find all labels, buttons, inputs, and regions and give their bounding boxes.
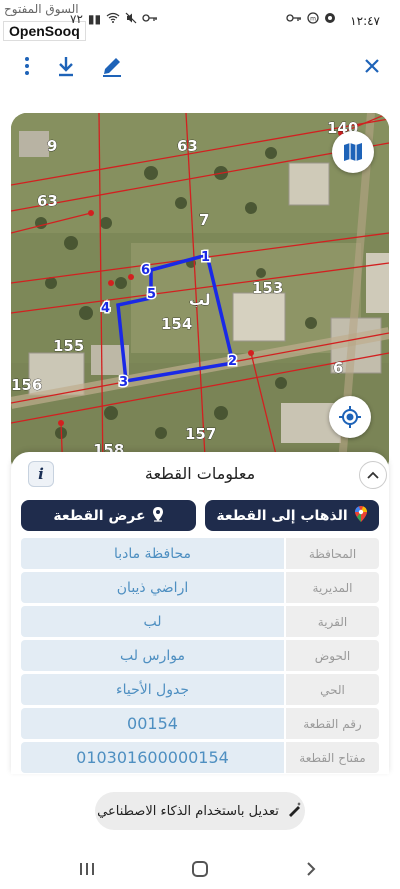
directorate-value: اراضي ذيبان — [21, 572, 284, 603]
alarm-icon — [324, 12, 336, 27]
selected-parcel-number: 154 — [161, 315, 192, 333]
parcel-details-table: محافظة مادبا المحافظة اراضي ذيبان المدير… — [21, 538, 379, 776]
vertex-label: 3 — [119, 375, 128, 390]
village-label: القرية — [286, 606, 379, 637]
parcel-number-label: 157 — [185, 425, 216, 443]
parcel-key-label: مفتاح القطعة — [286, 742, 379, 773]
directorate-label: المديرية — [286, 572, 379, 603]
more-vertical-icon[interactable] — [13, 52, 41, 80]
back-chevron-icon[interactable] — [296, 854, 326, 884]
mute-icon — [125, 12, 137, 27]
go-to-parcel-button[interactable]: الذهاب إلى القطعة — [205, 500, 379, 531]
recents-icon[interactable] — [72, 854, 102, 884]
parcel-number-label: 9 — [47, 137, 57, 155]
battery-level: ٧٢ — [70, 12, 83, 26]
parcel-number-label: 6 — [333, 359, 343, 377]
parcel-number-label: 155 — [53, 337, 84, 355]
view-parcel-button[interactable]: عرض القطعة — [21, 500, 196, 531]
google-maps-icon — [354, 505, 368, 527]
table-row: محافظة مادبا المحافظة — [21, 538, 379, 569]
parcel-number-label: 63 — [37, 192, 58, 210]
parcel-number-label: 156 — [11, 376, 42, 394]
vertex-label: 2 — [228, 354, 237, 369]
table-row: موارس لب الحوض — [21, 640, 379, 671]
system-nav-bar — [0, 848, 400, 889]
basin-value: موارس لب — [21, 640, 284, 671]
close-icon[interactable] — [358, 52, 386, 80]
neighborhood-label: الحي — [286, 674, 379, 705]
parcel-info-sheet: i معلومات القطعة عرض القطعة الذهاب إلى ا… — [11, 452, 389, 774]
my-location-icon[interactable] — [329, 396, 371, 438]
vertex-label: 4 — [101, 301, 110, 316]
watermark-text: السوق المفتوح — [4, 2, 79, 16]
map-layers-icon[interactable] — [332, 131, 374, 173]
app-notification-icon: m — [307, 12, 319, 27]
location-pin-icon — [152, 506, 164, 526]
table-row: 00154 رقم القطعة — [21, 708, 379, 739]
go-to-parcel-label: الذهاب إلى القطعة — [216, 507, 348, 524]
clock: ١٢:٤٧ — [350, 14, 380, 28]
key-icon — [286, 12, 302, 27]
parcel-number-label: 153 — [252, 279, 283, 297]
edit-pen-icon[interactable] — [98, 52, 126, 80]
parcel-number-label: 7 — [199, 211, 209, 229]
table-row: جدول الأحياء الحي — [21, 674, 379, 705]
status-bar: السوق المفتوح OpenSooq ٧٢ ▮▮ m ١٢:٤٧ — [0, 0, 400, 41]
top-toolbar — [0, 48, 400, 84]
vertex-label: 1 — [201, 250, 210, 265]
table-row: لب القرية — [21, 606, 379, 637]
ai-edit-button[interactable]: تعديل باستخدام الذكاء الاصطناعي — [95, 792, 305, 830]
basin-label: الحوض — [286, 640, 379, 671]
parcel-number-label: 63 — [177, 137, 198, 155]
village-value: لب — [21, 606, 284, 637]
view-parcel-label: عرض القطعة — [53, 507, 146, 524]
neighborhood-value: جدول الأحياء — [21, 674, 284, 705]
svg-text:m: m — [310, 16, 316, 23]
parcel-number-label: رقم القطعة — [286, 708, 379, 739]
satellite-map[interactable]: 140 9 63 63 7 153 155 156 6 157 158 154 … — [11, 113, 389, 475]
selected-parcel-name: لب — [189, 291, 211, 309]
screen: السوق المفتوح OpenSooq ٧٢ ▮▮ m ١٢:٤٧ 140… — [0, 0, 400, 889]
table-row: اراضي ذيبان المديرية — [21, 572, 379, 603]
sheet-header: i معلومات القطعة — [11, 452, 389, 496]
governorate-label: المحافظة — [286, 538, 379, 569]
key-icon — [142, 12, 158, 27]
magic-pen-icon — [287, 801, 303, 821]
wifi-icon — [106, 12, 120, 27]
parcel-key-value: 010301600000154 — [21, 742, 284, 773]
sheet-title: معلومات القطعة — [144, 464, 256, 483]
ai-edit-label: تعديل باستخدام الذكاء الاصطناعي — [97, 803, 279, 819]
signal-icon: ▮▮ — [87, 12, 102, 26]
status-left-icons: ٧٢ ▮▮ — [70, 12, 158, 27]
governorate-value: محافظة مادبا — [21, 538, 284, 569]
vertex-label: 5 — [147, 287, 156, 302]
parcel-number-value: 00154 — [21, 708, 284, 739]
table-row: 010301600000154 مفتاح القطعة — [21, 742, 379, 773]
vertex-label: 6 — [141, 263, 150, 278]
home-icon[interactable] — [185, 854, 215, 884]
status-right-icons: m — [286, 12, 336, 27]
chevron-up-icon[interactable] — [359, 461, 387, 489]
download-icon[interactable] — [52, 52, 80, 80]
